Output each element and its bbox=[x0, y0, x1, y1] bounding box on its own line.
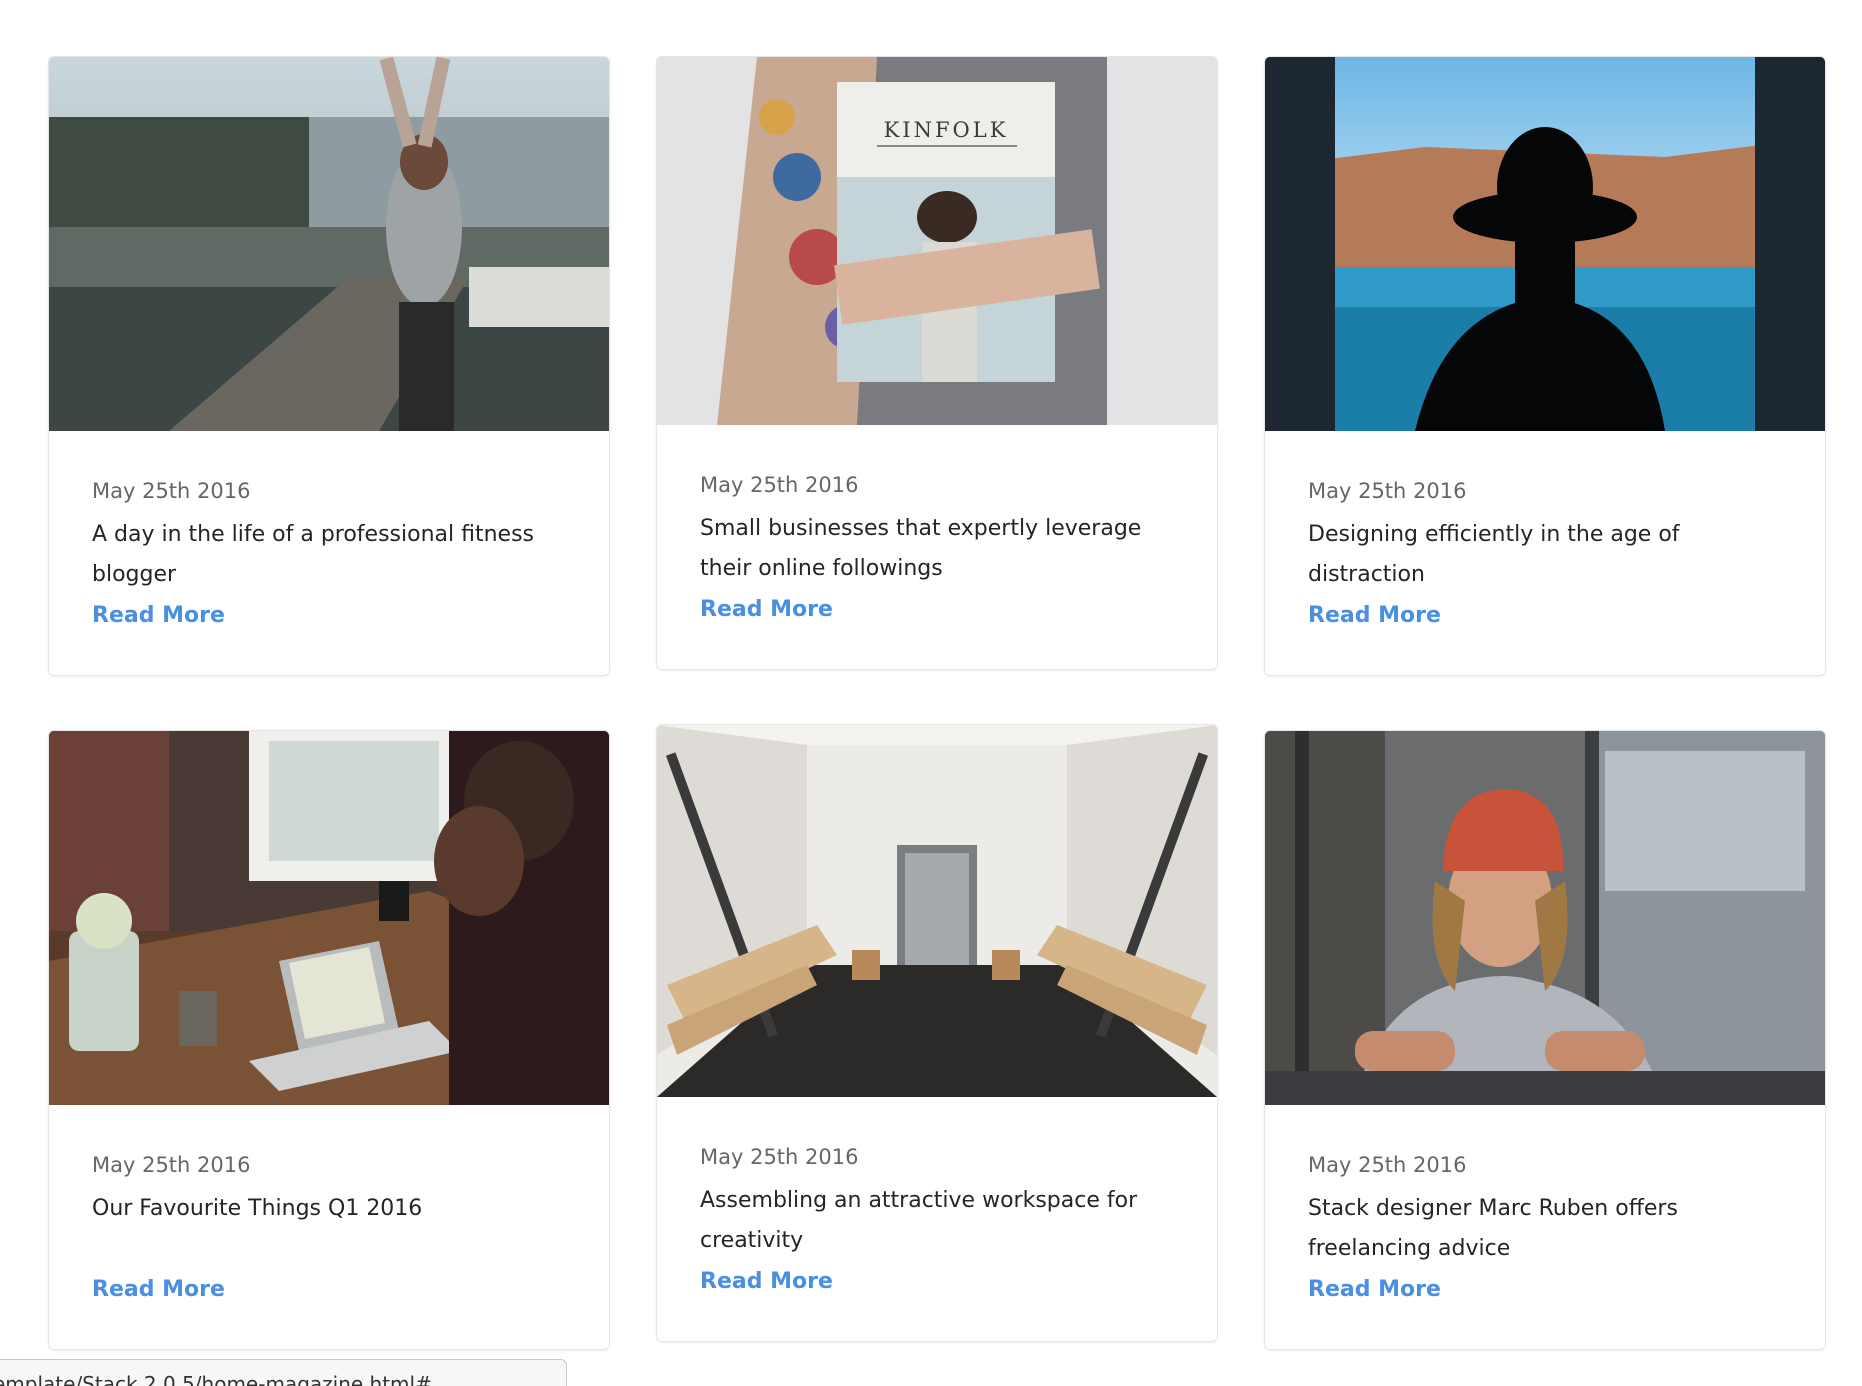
post-image[interactable] bbox=[657, 725, 1217, 1097]
post-image[interactable] bbox=[49, 731, 609, 1105]
post-title[interactable]: Small businesses that expertly leverage … bbox=[700, 509, 1174, 589]
post-image[interactable] bbox=[1265, 57, 1825, 431]
silhouette-photo-icon bbox=[1265, 57, 1825, 431]
post-title[interactable]: Assembling an attractive workspace for c… bbox=[700, 1181, 1174, 1261]
post-card-body: May 25th 2016 Small businesses that expe… bbox=[657, 425, 1217, 669]
portrait-photo-icon bbox=[1265, 731, 1825, 1105]
post-image[interactable] bbox=[49, 57, 609, 431]
post-card: May 25th 2016 A day in the life of a pro… bbox=[48, 56, 610, 676]
post-title[interactable]: Stack designer Marc Ruben offers freelan… bbox=[1308, 1189, 1782, 1269]
post-card-body: May 25th 2016 A day in the life of a pro… bbox=[49, 431, 609, 675]
post-card: May 25th 2016 Assembling an attractive w… bbox=[656, 724, 1218, 1342]
fitness-photo-icon bbox=[49, 57, 609, 431]
post-image[interactable]: KINFOLK bbox=[657, 57, 1217, 425]
post-title[interactable]: Our Favourite Things Q1 2016 bbox=[92, 1189, 566, 1269]
post-card: May 25th 2016 Stack designer Marc Ruben … bbox=[1264, 730, 1826, 1350]
post-date: May 25th 2016 bbox=[700, 1145, 859, 1169]
post-title[interactable]: Designing efficiently in the age of dist… bbox=[1308, 515, 1782, 595]
post-date: May 25th 2016 bbox=[92, 1153, 251, 1177]
read-more-link[interactable]: Read More bbox=[92, 1273, 225, 1307]
post-card: May 25th 2016 Designing efficiently in t… bbox=[1264, 56, 1826, 676]
post-card-body: May 25th 2016 Our Favourite Things Q1 20… bbox=[49, 1105, 609, 1349]
post-card: KINFOLK May 25th 2016 Small businesses t… bbox=[656, 56, 1218, 670]
post-date: May 25th 2016 bbox=[1308, 1153, 1467, 1177]
post-card-body: May 25th 2016 Assembling an attractive w… bbox=[657, 1097, 1217, 1341]
magazine-photo-icon: KINFOLK bbox=[657, 57, 1217, 425]
post-title[interactable]: A day in the life of a professional fitn… bbox=[92, 515, 566, 595]
blog-grid-page: May 25th 2016 A day in the life of a pro… bbox=[0, 0, 1862, 1386]
read-more-link[interactable]: Read More bbox=[700, 593, 833, 627]
read-more-link[interactable]: Read More bbox=[700, 1265, 833, 1299]
post-card-body: May 25th 2016 Stack designer Marc Ruben … bbox=[1265, 1105, 1825, 1349]
link-status-bar: emplate/Stack 2.0.5/home-magazine.html# bbox=[0, 1359, 567, 1386]
read-more-link[interactable]: Read More bbox=[92, 599, 225, 633]
post-date: May 25th 2016 bbox=[1308, 479, 1467, 503]
shop-interior-photo-icon bbox=[657, 725, 1217, 1097]
read-more-link[interactable]: Read More bbox=[1308, 1273, 1441, 1307]
read-more-link[interactable]: Read More bbox=[1308, 599, 1441, 633]
post-card-body: May 25th 2016 Designing efficiently in t… bbox=[1265, 431, 1825, 675]
post-date: May 25th 2016 bbox=[92, 479, 251, 503]
laptop-photo-icon bbox=[49, 731, 609, 1105]
post-image[interactable] bbox=[1265, 731, 1825, 1105]
post-date: May 25th 2016 bbox=[700, 473, 859, 497]
post-card: May 25th 2016 Our Favourite Things Q1 20… bbox=[48, 730, 610, 1350]
magazine-cover-text: KINFOLK bbox=[884, 118, 1009, 142]
